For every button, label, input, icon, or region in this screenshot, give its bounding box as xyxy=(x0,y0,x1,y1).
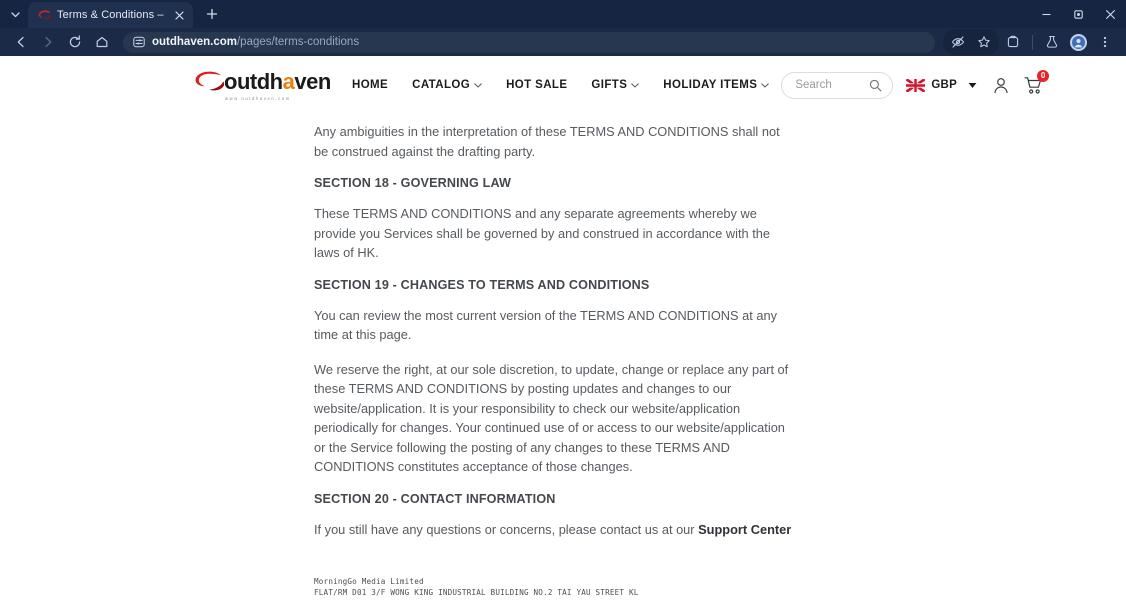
minimize-icon[interactable] xyxy=(1030,0,1062,28)
forward-arrow-icon[interactable] xyxy=(35,29,61,55)
search-icon[interactable] xyxy=(869,79,882,92)
address-bar[interactable]: outdhaven.com/pages/terms-conditions xyxy=(123,31,935,53)
cart-count-badge: 0 xyxy=(1037,69,1050,82)
profile-avatar-icon[interactable] xyxy=(1070,33,1087,51)
logo-wordmark: outdhaven xyxy=(224,68,331,94)
main-navigation: HOME CATALOG HOT SALE GIFTS HOLIDAY ITEM… xyxy=(340,79,781,91)
chevron-down-icon xyxy=(761,82,770,88)
toolbar-right-icons xyxy=(943,29,1118,55)
site-header: outdhaven www.outdhaven.com HOME CATALOG… xyxy=(0,56,1126,114)
footer-address: FLAT/RM D01 3/F WONG KING INDUSTRIAL BUI… xyxy=(314,587,639,597)
address-bar-url: outdhaven.com/pages/terms-conditions xyxy=(152,36,359,48)
close-icon[interactable] xyxy=(1094,0,1126,28)
logo-swoosh-icon xyxy=(194,70,224,94)
page-content: Any ambiguities in the interpretation of… xyxy=(0,114,1126,602)
nav-label: HOME xyxy=(352,79,389,91)
tab-strip: Terms & Conditions – outdhave xyxy=(0,0,1126,28)
nav-item-home[interactable]: HOME xyxy=(340,79,400,91)
home-icon[interactable] xyxy=(89,29,115,55)
nav-label: HOT SALE xyxy=(506,79,568,91)
url-path: /pages/terms-conditions xyxy=(236,36,360,48)
heading-section-19: SECTION 19 - CHANGES TO TERMS AND CONDIT… xyxy=(314,277,650,292)
web-page: outdhaven www.outdhaven.com HOME CATALOG… xyxy=(0,56,1126,602)
search-placeholder: Search xyxy=(795,79,832,91)
reload-icon[interactable] xyxy=(62,29,88,55)
chevron-down-icon xyxy=(631,82,640,88)
uk-flag-icon xyxy=(906,78,926,92)
star-bookmark-icon[interactable] xyxy=(971,29,997,55)
browser-window: Terms & Conditions – outdhaven.com/pages… xyxy=(0,0,1126,602)
nav-item-catalog[interactable]: CATALOG xyxy=(400,79,494,91)
tab-search-button[interactable] xyxy=(2,2,28,26)
three-dot-menu-icon[interactable] xyxy=(1092,29,1118,55)
search-input[interactable]: Search xyxy=(781,71,894,99)
paragraph-section-20: If you still have any questions or conce… xyxy=(314,520,797,540)
logo-tagline: www.outdhaven.com xyxy=(225,95,291,101)
toolbar-divider xyxy=(1032,34,1033,50)
paragraph-section-19-a: You can review the most current version … xyxy=(314,307,777,343)
maximize-icon[interactable] xyxy=(1062,0,1094,28)
lab-flask-icon[interactable] xyxy=(1039,29,1065,55)
account-icon[interactable] xyxy=(993,77,1009,94)
heading-section-20: SECTION 20 - CONTACT INFORMATION xyxy=(314,491,556,506)
site-logo[interactable]: outdhaven www.outdhaven.com xyxy=(194,70,331,101)
paragraph-ambiguities: Any ambiguities in the interpretation of… xyxy=(314,124,780,159)
nav-label: GIFTS xyxy=(591,79,628,91)
nav-item-hot-sale[interactable]: HOT SALE xyxy=(494,79,579,91)
page-viewport: outdhaven www.outdhaven.com HOME CATALOG… xyxy=(0,56,1126,602)
nav-item-gifts[interactable]: GIFTS xyxy=(579,79,651,91)
contact-text: If you still have any questions or conce… xyxy=(314,521,699,537)
split-screen-icon[interactable] xyxy=(1000,29,1026,55)
back-arrow-icon[interactable] xyxy=(8,29,34,55)
tab-favicon-icon xyxy=(37,8,51,22)
url-domain: outdhaven.com xyxy=(152,36,237,48)
tab-close-icon[interactable] xyxy=(172,8,186,22)
nav-label: HOLIDAY ITEMS xyxy=(663,79,758,91)
currency-dropdown-icon[interactable] xyxy=(968,82,977,89)
footer-company-name: MorningGo Media Limited xyxy=(314,577,424,586)
window-controls xyxy=(1030,0,1126,28)
browser-toolbar: outdhaven.com/pages/terms-conditions xyxy=(0,28,1126,56)
chevron-down-icon xyxy=(474,82,482,88)
cart-button[interactable]: 0 xyxy=(1024,69,1050,95)
eye-slash-icon[interactable] xyxy=(945,29,971,55)
currency-code[interactable]: GBP xyxy=(931,79,957,91)
nav-item-holiday-items[interactable]: HOLIDAY ITEMS xyxy=(651,79,781,91)
paragraph-section-19-b: We reserve the right, at our sole discre… xyxy=(314,361,789,475)
header-utilities: Search GBP 0 xyxy=(781,69,1126,99)
new-tab-button[interactable] xyxy=(199,2,225,26)
nav-label: CATALOG xyxy=(412,79,471,91)
paragraph-section-18: These TERMS AND CONDITIONS and any separ… xyxy=(314,206,770,260)
site-settings-icon[interactable] xyxy=(132,36,145,49)
heading-section-18: SECTION 18 - GOVERNING LAW xyxy=(314,176,512,190)
browser-tab[interactable]: Terms & Conditions – outdhave xyxy=(28,2,193,28)
tab-title: Terms & Conditions – outdhave xyxy=(57,9,166,21)
footer-legal-block: MorningGo Media Limited FLAT/RM D01 3/F … xyxy=(314,577,1126,602)
support-center-link[interactable]: Support Center xyxy=(698,522,791,537)
